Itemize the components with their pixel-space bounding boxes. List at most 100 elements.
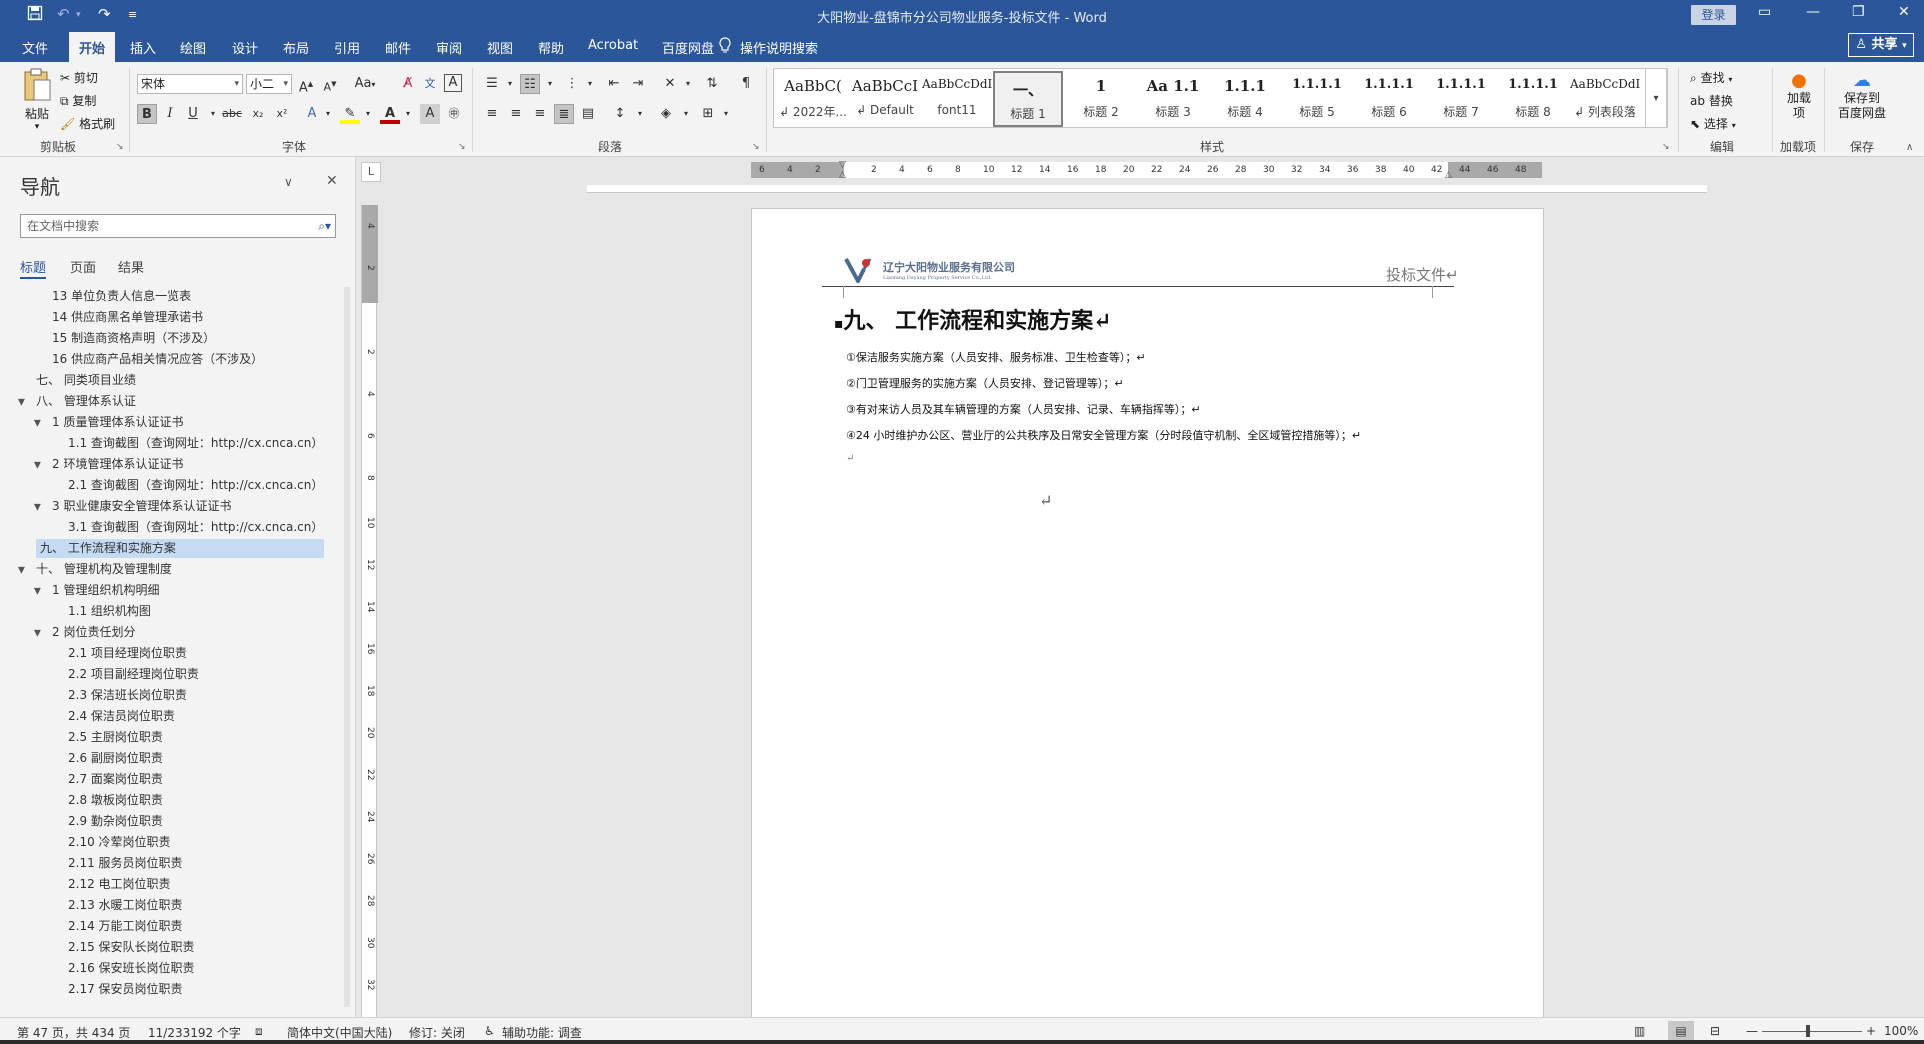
nav-heading-item[interactable]: 1.1 组织机构图 xyxy=(68,602,151,621)
chevron-down-icon[interactable]: ▾ xyxy=(540,74,560,94)
format-painter-button[interactable]: 🖌 格式刷 xyxy=(60,115,115,132)
dialog-launcher-icon[interactable]: ↘ xyxy=(1662,142,1670,152)
nav-heading-item[interactable]: 14 供应商黑名单管理承诺书 xyxy=(52,308,203,327)
nav-heading-item[interactable]: 2.4 保洁员岗位职责 xyxy=(68,707,175,726)
chevron-down-icon[interactable]: ▾ xyxy=(580,74,600,94)
addins-button[interactable]: ● 加载项 xyxy=(1782,70,1816,121)
chevron-down-icon[interactable]: ▾ xyxy=(398,104,418,124)
nav-heading-item[interactable]: ▲ 1 管理组织机构明细 xyxy=(34,581,159,600)
line-spacing-icon[interactable]: ↕ xyxy=(610,104,630,124)
font-color-icon[interactable]: A xyxy=(380,104,400,124)
nav-heading-item[interactable]: 2.15 保安队长岗位职责 xyxy=(68,938,195,957)
italic-button[interactable]: I xyxy=(160,104,180,124)
shading-icon[interactable]: ◈ xyxy=(656,104,676,124)
nav-heading-item[interactable]: ▲ 3 职业健康安全管理体系认证证书 xyxy=(34,497,231,516)
save-to-baidu-button[interactable]: ☁ 保存到 百度网盘 xyxy=(1834,70,1890,121)
body-line[interactable]: ③有对来访人员及其车辆管理的方案（人员安排、记录、车辆指挥等）；↵ xyxy=(846,401,1201,417)
dialog-launcher-icon[interactable]: ↘ xyxy=(752,142,760,152)
nav-heading-item[interactable]: 2.11 服务员岗位职责 xyxy=(68,854,183,873)
nav-heading-item[interactable]: 2.10 冷荤岗位职责 xyxy=(68,833,171,852)
strikethrough-button[interactable]: abc xyxy=(222,104,242,124)
read-mode-icon[interactable]: ▥ xyxy=(1634,1024,1645,1038)
collapse-ribbon-icon[interactable]: ∧ xyxy=(1906,142,1913,153)
bold-button[interactable]: B xyxy=(137,104,157,124)
collapse-triangle-icon[interactable]: ▲ xyxy=(34,581,41,600)
print-layout-icon[interactable]: ▤ xyxy=(1668,1021,1694,1041)
character-shading-icon[interactable]: A xyxy=(420,104,440,124)
style-item[interactable]: 1.1.1.1 标题 7 xyxy=(1426,71,1496,127)
collapse-triangle-icon[interactable]: ▲ xyxy=(18,392,25,411)
chevron-down-icon[interactable]: ▾ xyxy=(630,104,650,124)
increase-indent-icon[interactable]: ⇥ xyxy=(628,74,648,94)
empty-paragraph-mark[interactable]: ↵ xyxy=(846,453,854,464)
nav-search-input[interactable]: 在文档中搜索 ⌕▾ xyxy=(20,214,336,238)
select-button[interactable]: ⬉ 选择 ▾ xyxy=(1690,115,1736,132)
nav-heading-item[interactable]: 2.9 勤杂岗位职责 xyxy=(68,812,163,831)
nav-heading-item[interactable]: 2.12 电工岗位职责 xyxy=(68,875,171,894)
search-icon[interactable]: ⌕▾ xyxy=(318,215,331,237)
tab-acrobat[interactable]: Acrobat xyxy=(588,38,638,53)
zoom-in-icon[interactable]: + xyxy=(1866,1024,1876,1038)
tab-baidu[interactable]: 百度网盘 xyxy=(662,38,714,57)
nav-heading-item[interactable]: 2.8 墩板岗位职责 xyxy=(68,791,163,810)
document-heading[interactable]: ▪九、 工作流程和实施方案↵ xyxy=(834,303,1112,335)
underline-dropdown-icon[interactable]: ▾ xyxy=(203,104,223,124)
style-item[interactable]: AaBbCcDdI font11 xyxy=(922,71,992,127)
style-item[interactable]: 1.1.1.1 标题 6 xyxy=(1354,71,1424,127)
track-changes-status[interactable]: 修订: 关闭 xyxy=(409,1024,465,1041)
copy-button[interactable]: ⧉ 复制 xyxy=(60,92,96,109)
justify-icon[interactable]: ≣ xyxy=(554,104,574,124)
distributed-icon[interactable]: ▤ xyxy=(578,104,598,124)
style-item[interactable]: AaBbC(↲ 2022年... xyxy=(778,71,848,127)
nav-heading-item[interactable]: 2.1 项目经理岗位职责 xyxy=(68,644,187,663)
nav-heading-item[interactable]: 2.13 水暖工岗位职责 xyxy=(68,896,183,915)
grow-font-icon[interactable]: A▲ xyxy=(296,74,316,95)
chevron-down-icon[interactable]: ▾ xyxy=(716,104,736,124)
document-page[interactable]: 辽宁大阳物业服务有限公司 Liaoning Dayang Property Se… xyxy=(751,208,1544,1017)
ribbon-display-options-icon[interactable]: ▭ xyxy=(1758,4,1771,20)
tab-mailings[interactable]: 邮件 xyxy=(385,38,411,57)
nav-heading-item[interactable]: 15 制造商资格声明（不涉及） xyxy=(52,329,215,348)
nav-heading-item[interactable]: 2.14 万能工岗位职责 xyxy=(68,917,183,936)
numbering-icon[interactable]: ☷ xyxy=(520,74,540,94)
nav-heading-item[interactable]: 3.1 查询截图（查询网址：http://cx.cnca.cn） xyxy=(68,518,323,537)
zoom-slider[interactable] xyxy=(1762,1031,1862,1032)
multilevel-list-icon[interactable]: ⋮ xyxy=(562,74,582,94)
font-size-combo[interactable]: 小二 ▾ xyxy=(246,74,292,94)
nav-heading-item[interactable]: 16 供应商产品相关情况应答（不涉及） xyxy=(52,350,263,369)
style-item[interactable]: 1 标题 2 xyxy=(1066,71,1136,127)
zoom-level[interactable]: 100% xyxy=(1884,1024,1918,1038)
highlight-color-icon[interactable]: ✎ xyxy=(340,104,360,124)
bullets-icon[interactable]: ☰ xyxy=(482,74,502,94)
style-item[interactable]: AaBbCcDdI ↲ 列表段落 xyxy=(1570,71,1640,127)
login-button[interactable]: 登录 xyxy=(1691,5,1736,25)
chevron-down-icon[interactable]: ▾ xyxy=(358,104,378,124)
align-right-icon[interactable]: ≡ xyxy=(530,104,550,124)
vertical-ruler[interactable]: 42246810121416182022242628303234 xyxy=(361,205,378,1032)
sort-icon[interactable]: ⇅ xyxy=(702,74,722,94)
font-name-combo[interactable]: 宋体 ▾ xyxy=(137,74,243,94)
collapse-triangle-icon[interactable]: ▲ xyxy=(34,455,41,474)
change-case-icon[interactable]: Aa▾ xyxy=(350,74,380,94)
dialog-launcher-icon[interactable]: ↘ xyxy=(458,142,466,152)
page-indicator[interactable]: 第 47 页，共 434 页 xyxy=(17,1024,130,1041)
restore-icon[interactable]: ❐ xyxy=(1852,4,1865,20)
style-item[interactable]: AaBbCcI ↲ Default xyxy=(850,71,920,127)
collapse-triangle-icon[interactable]: ▲ xyxy=(18,560,25,579)
hanging-indent-icon[interactable]: △ xyxy=(839,170,846,180)
close-icon[interactable]: ✕ xyxy=(1898,4,1910,20)
nav-tab-results[interactable]: 结果 xyxy=(118,257,144,276)
style-item-heading1[interactable]: 一、 标题 1 xyxy=(993,71,1063,127)
show-paragraph-marks-icon[interactable]: ¶ xyxy=(736,74,756,94)
nav-heading-item[interactable]: 九、 工作流程和实施方案 xyxy=(36,539,324,558)
nav-scrollbar[interactable] xyxy=(342,287,352,1007)
collapse-triangle-icon[interactable]: ▲ xyxy=(34,413,41,432)
subscript-button[interactable]: x₂ xyxy=(248,104,268,124)
proofing-icon[interactable]: ⧈ xyxy=(255,1024,263,1039)
body-line[interactable]: ④24 小时维护办公区、营业厅的公共秩序及日常安全管理方案（分时段值守机制、全区… xyxy=(846,427,1361,443)
cut-button[interactable]: ✂ 剪切 xyxy=(60,69,98,86)
accessibility-status[interactable]: 辅助功能: 调查 xyxy=(502,1024,582,1041)
body-line[interactable]: ①保洁服务实施方案（人员安排、服务标准、卫生检查等）；↵ xyxy=(846,349,1146,365)
nav-heading-item[interactable]: ▲ 十、 管理机构及管理制度 xyxy=(18,560,172,579)
style-item[interactable]: 1.1.1.1 标题 8 xyxy=(1498,71,1568,127)
